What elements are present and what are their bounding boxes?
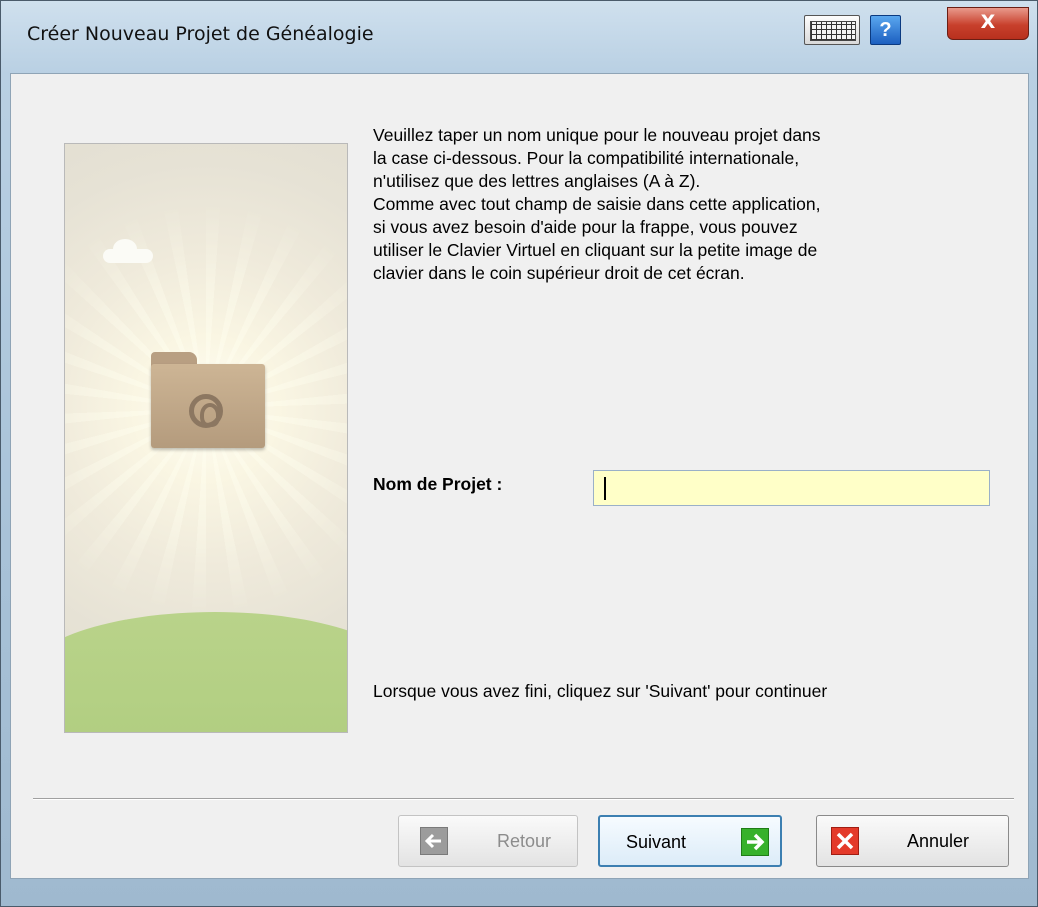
arrow-right-icon [741, 828, 769, 856]
back-button[interactable]: Retour [398, 815, 578, 867]
keyboard-icon [810, 21, 856, 41]
green-hill [65, 612, 347, 732]
close-icon: X [980, 11, 996, 33]
back-button-label: Retour [497, 831, 552, 851]
project-name-label: Nom de Projet : [373, 474, 503, 494]
close-button[interactable]: X [947, 7, 1029, 40]
next-button-label: Suivant [626, 832, 687, 852]
cancel-button-label: Annuler [907, 831, 970, 851]
virtual-keyboard-button[interactable] [804, 15, 860, 45]
arrow-left-icon [420, 827, 448, 855]
title-bar[interactable]: Créer Nouveau Projet de Généalogie ? X [1, 1, 1037, 71]
cancel-button[interactable]: Annuler [816, 815, 1009, 867]
cloud-shape [103, 239, 153, 263]
dialog-window: Créer Nouveau Projet de Généalogie ? X V… [0, 0, 1038, 907]
window-title: Créer Nouveau Projet de Généalogie [27, 23, 374, 45]
dialog-content: Veuillez taper un nom unique pour le nou… [10, 73, 1029, 879]
finish-instruction-text: Lorsque vous avez fini, cliquez sur 'Sui… [373, 681, 828, 701]
text-cursor [604, 477, 606, 500]
separator-line [33, 798, 1014, 799]
instructions-text: Veuillez taper un nom unique pour le nou… [373, 125, 821, 283]
x-icon [831, 827, 859, 855]
help-icon: ? [879, 19, 892, 41]
app-logo-icon [189, 394, 223, 428]
wizard-illustration [64, 143, 348, 733]
project-name-input[interactable] [593, 470, 990, 506]
next-button[interactable]: Suivant [598, 815, 782, 867]
help-button[interactable]: ? [870, 15, 901, 45]
folder-icon [151, 352, 265, 448]
